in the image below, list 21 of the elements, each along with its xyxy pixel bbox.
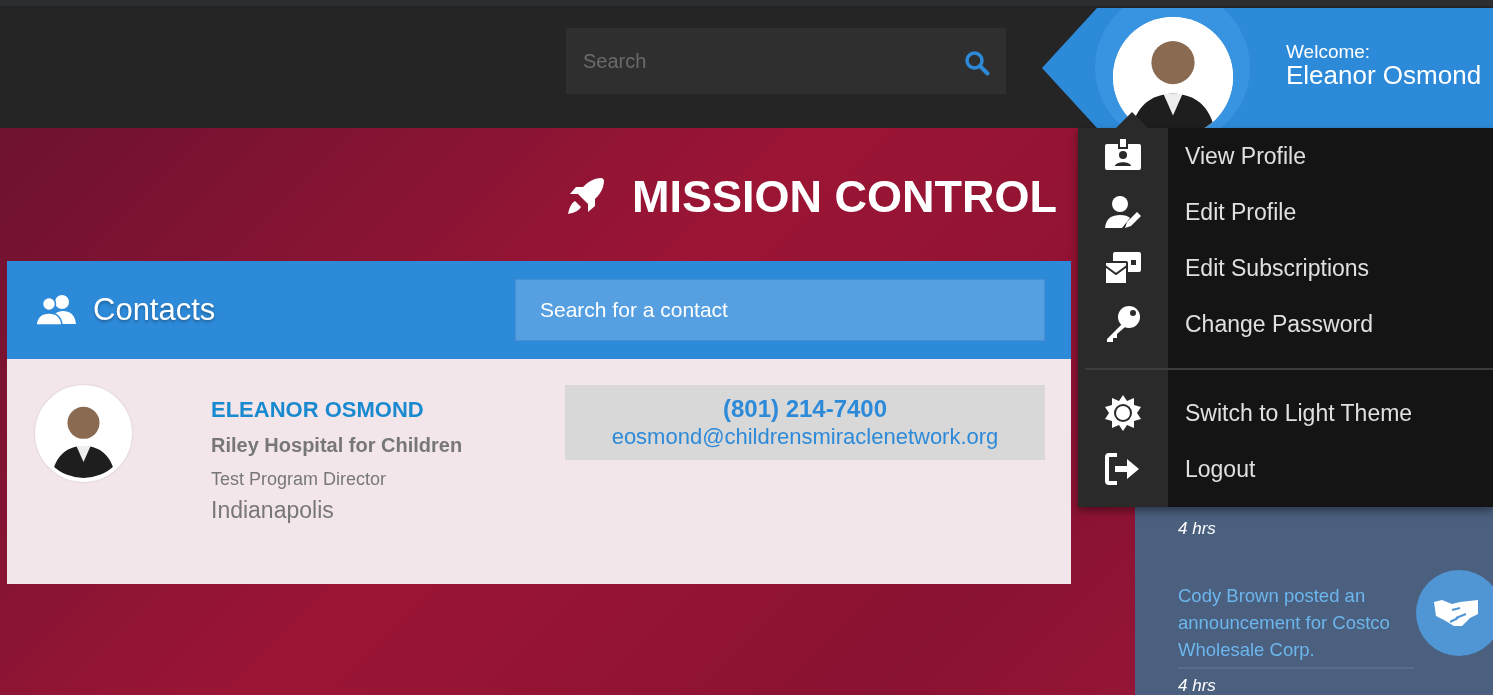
- card-title: Contacts: [93, 290, 216, 329]
- sun-icon: [1103, 393, 1143, 433]
- phone-number: (801) 214-7400: [722, 395, 888, 424]
- contact-role: Test Program Director: [211, 468, 388, 491]
- menu-item[interactable]: Switch to Light Theme: [1168, 385, 1493, 441]
- menu-item[interactable]: Logout: [1168, 441, 1493, 497]
- feed-time: 4 hrs: [1178, 518, 1217, 540]
- search-icon: [964, 50, 990, 76]
- menu-item[interactable]: Edit Subscriptions: [1168, 240, 1493, 296]
- user-name: Eleanor Osmond: [1286, 61, 1482, 90]
- users-icon: [35, 294, 77, 326]
- menu-item[interactable]: Edit Profile: [1168, 184, 1493, 240]
- menu-item[interactable]: View Profile: [1168, 128, 1493, 184]
- contact-organization: Riley Hospital for Children: [211, 433, 464, 458]
- page-title: MISSION CONTROL: [632, 173, 1057, 219]
- menu-item[interactable]: Change Password: [1168, 296, 1493, 352]
- contact-search-field[interactable]: Search for a contact: [515, 279, 1045, 341]
- feed-time: 4 hrs: [1178, 674, 1217, 695]
- search-field[interactable]: Search: [566, 28, 1006, 94]
- contact-city: Indianapolis: [211, 496, 335, 525]
- welcome-label: Welcome:: [1286, 42, 1372, 61]
